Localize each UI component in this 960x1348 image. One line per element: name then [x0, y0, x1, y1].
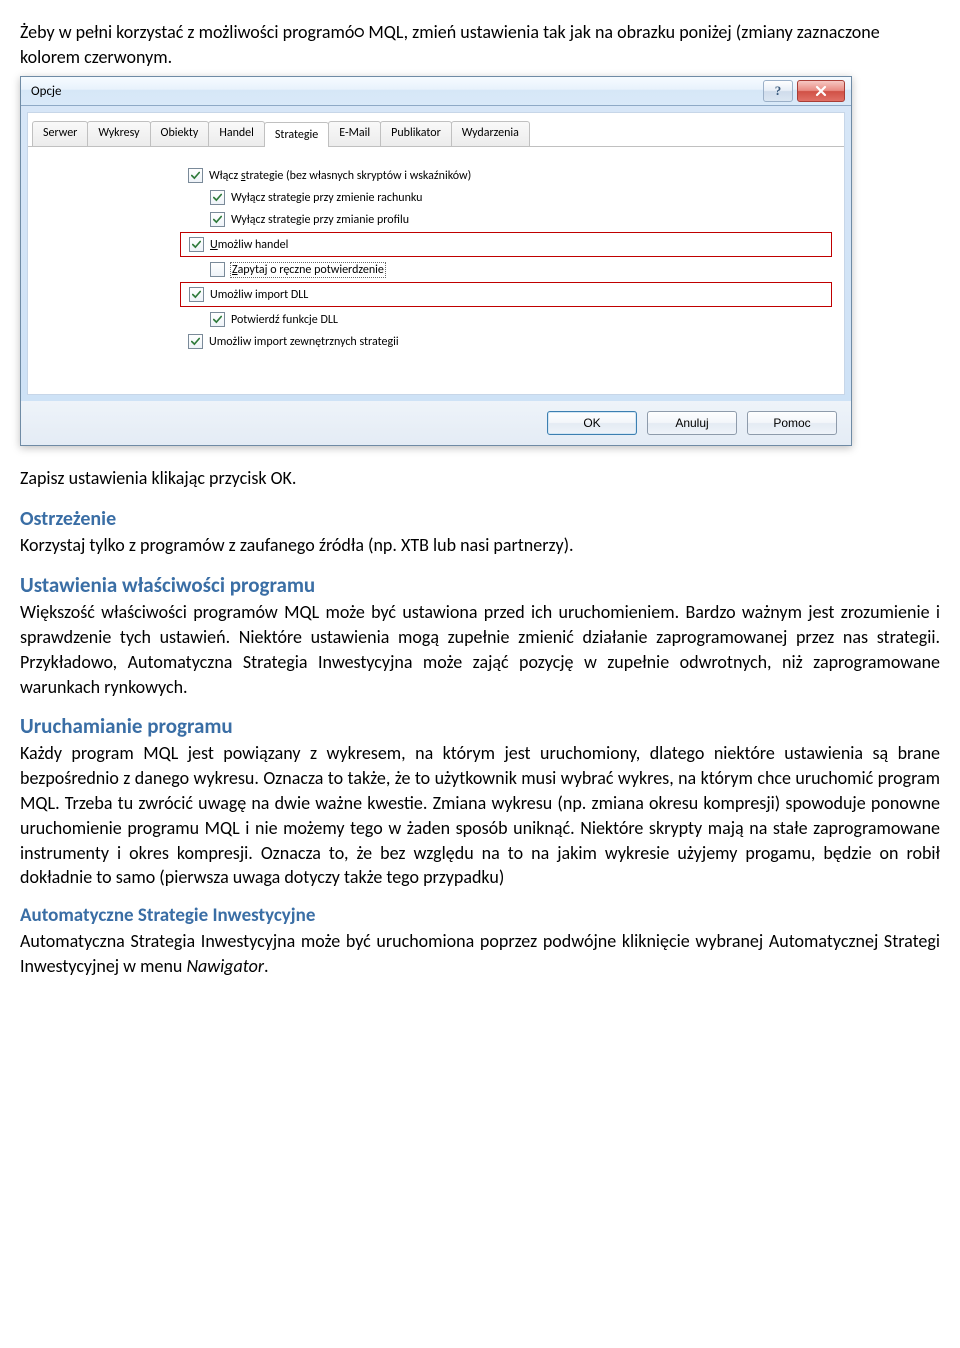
tab-email[interactable]: E-Mail [328, 121, 381, 146]
intro-paragraph: Żeby w pełni korzystać z możliwości prog… [20, 20, 940, 70]
options-dialog: Opcje ? Serwer Wykresy Obiekty Handel St… [20, 76, 852, 446]
checkbox-manual-confirm[interactable]: Zapytaj o ręczne potwierdzenie [188, 260, 824, 279]
tab-handel[interactable]: Handel [208, 121, 265, 146]
checkbox-label: Potwierdź funkcje DLL [231, 313, 338, 327]
checkbox-disable-on-profile[interactable]: Wyłącz strategie przy zmianie profilu [188, 210, 824, 229]
checkbox-allow-trade[interactable]: Umożliw handel [189, 235, 823, 254]
tab-strip: Serwer Wykresy Obiekty Handel Strategie … [28, 113, 844, 147]
checkbox-area: Włącz strategie (bez własnych skryptów i… [28, 147, 844, 394]
tab-wydarzenia[interactable]: Wydarzenia [451, 121, 530, 146]
checkbox-icon[interactable] [210, 312, 225, 327]
properties-body: Większość właściwości programów MQL może… [20, 600, 940, 699]
highlight-box-trade: Umożliw handel [180, 232, 832, 257]
checkbox-label: Umożliw import zewnętrznych strategii [209, 335, 399, 349]
checkbox-disable-on-account[interactable]: Wyłącz strategie przy zmienie rachunku [188, 188, 824, 207]
tab-publikator[interactable]: Publikator [380, 121, 452, 146]
dialog-body: Serwer Wykresy Obiekty Handel Strategie … [27, 112, 845, 395]
checkbox-allow-external[interactable]: Umożliw import zewnętrznych strategii [188, 332, 824, 351]
checkbox-label: Wyłącz strategie przy zmianie profilu [231, 213, 409, 227]
checkbox-confirm-dll[interactable]: Potwierdź funkcje DLL [188, 310, 824, 329]
tab-wykresy[interactable]: Wykresy [87, 121, 150, 146]
checkbox-enable-strategies[interactable]: Włącz strategie (bez własnych skryptów i… [188, 166, 824, 185]
checkbox-icon[interactable] [188, 334, 203, 349]
checkbox-icon[interactable] [189, 287, 204, 302]
tab-serwer[interactable]: Serwer [32, 121, 88, 146]
checkbox-icon[interactable] [210, 190, 225, 205]
checkbox-label: Włącz strategie (bez własnych skryptów i… [209, 169, 471, 183]
tab-strategie[interactable]: Strategie [264, 122, 329, 147]
warning-body: Korzystaj tylko z programów z zaufanego … [20, 533, 940, 558]
heading-warning: Ostrzeżenie [20, 507, 940, 531]
checkbox-icon[interactable] [210, 212, 225, 227]
launch-body: Każdy program MQL jest powiązany z wykre… [20, 741, 940, 890]
ok-button[interactable]: OK [547, 411, 637, 435]
titlebar-buttons: ? [763, 80, 845, 102]
heading-properties: Ustawienia właściwości programu [20, 572, 940, 598]
save-instruction: Zapisz ustawienia klikając przycisk OK. [20, 466, 940, 491]
checkbox-label: Wyłącz strategie przy zmienie rachunku [231, 191, 422, 205]
checkbox-icon[interactable] [210, 262, 225, 277]
dialog-button-row: OK Anuluj Pomoc [21, 401, 851, 445]
checkbox-allow-dll[interactable]: Umożliw import DLL [189, 285, 823, 304]
tab-obiekty[interactable]: Obiekty [150, 121, 210, 146]
titlebar: Opcje ? [21, 77, 851, 106]
heading-launch: Uruchamianie programu [20, 713, 940, 739]
cancel-button[interactable]: Anuluj [647, 411, 737, 435]
checkbox-icon[interactable] [188, 168, 203, 183]
asi-body: Automatyczna Strategia Inwestycyjna może… [20, 929, 940, 979]
highlight-box-dll: Umożliw import DLL [180, 282, 832, 307]
heading-asi: Automatyczne Strategie Inwestycyjne [20, 904, 940, 927]
checkbox-label: Zapytaj o ręczne potwierdzenie [231, 263, 385, 277]
checkbox-label: Umożliw import DLL [210, 288, 308, 302]
close-icon[interactable] [797, 80, 845, 102]
help-button[interactable]: Pomoc [747, 411, 837, 435]
help-icon[interactable]: ? [763, 80, 793, 102]
checkbox-icon[interactable] [189, 237, 204, 252]
checkbox-label: Umożliw handel [210, 238, 288, 252]
window-title: Opcje [27, 84, 763, 99]
